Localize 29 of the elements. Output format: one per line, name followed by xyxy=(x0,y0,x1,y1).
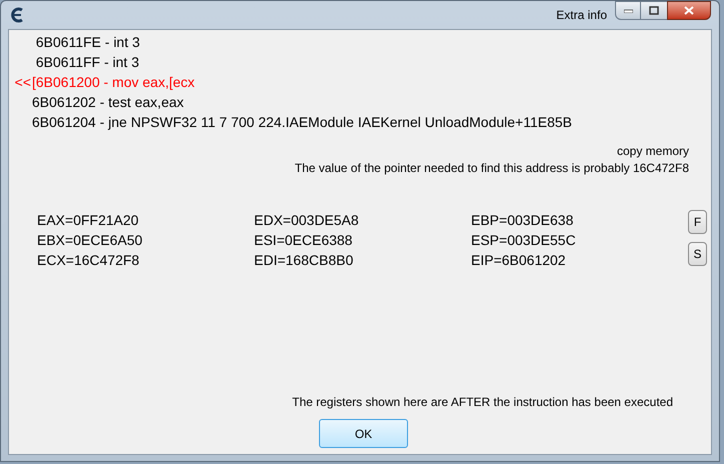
register-value: ECX=16C472F8 xyxy=(37,251,140,270)
pointer-note: The value of the pointer needed to find this address is probably 16C472F8 xyxy=(294,160,689,177)
disassembly-line[interactable]: 6B0611FF - int 3 xyxy=(31,52,140,72)
minimize-button[interactable] xyxy=(615,1,641,20)
disassembly-line[interactable]: 6B061202 - test eax,eax xyxy=(31,92,184,112)
side-button[interactable]: S xyxy=(688,242,707,266)
maximize-button[interactable] xyxy=(641,1,667,20)
register-value: EDI=168CB8B0 xyxy=(254,251,354,270)
footer-note: The registers shown here are AFTER the instruction has been executed xyxy=(292,394,673,411)
arrow-marker: << xyxy=(14,73,31,92)
register-value: EIP=6B061202 xyxy=(471,251,567,270)
ok-button[interactable]: OK xyxy=(319,419,408,448)
maximize-icon xyxy=(649,6,659,15)
app-icon xyxy=(9,7,25,23)
register-value: EBX=0ECE6A50 xyxy=(37,231,144,250)
minimize-icon xyxy=(624,8,632,12)
register-value: EBP=003DE638 xyxy=(471,211,574,230)
register-value: EAX=0FF21A20 xyxy=(37,211,140,230)
register-value: ESP=003DE55C xyxy=(471,231,577,250)
disassembly-line[interactable]: 6B061204 - jne NPSWF32 11 7 700 224.IAEModule IAEKernel UnloadModule+11E85B xyxy=(31,112,572,132)
window-title: Extra info xyxy=(556,7,607,24)
copy-memory-link[interactable]: copy memory xyxy=(616,143,689,160)
register-value: EDX=003DE5A8 xyxy=(254,211,360,230)
close-icon xyxy=(684,6,694,15)
disassembly-line[interactable]: [6B061200 - mov eax,[ecx xyxy=(31,72,195,92)
side-button[interactable]: F xyxy=(688,210,707,234)
close-button[interactable] xyxy=(667,1,711,20)
register-value: ESI=0ECE6388 xyxy=(254,231,354,250)
disassembly-line[interactable]: 6B0611FE - int 3 xyxy=(31,32,140,52)
